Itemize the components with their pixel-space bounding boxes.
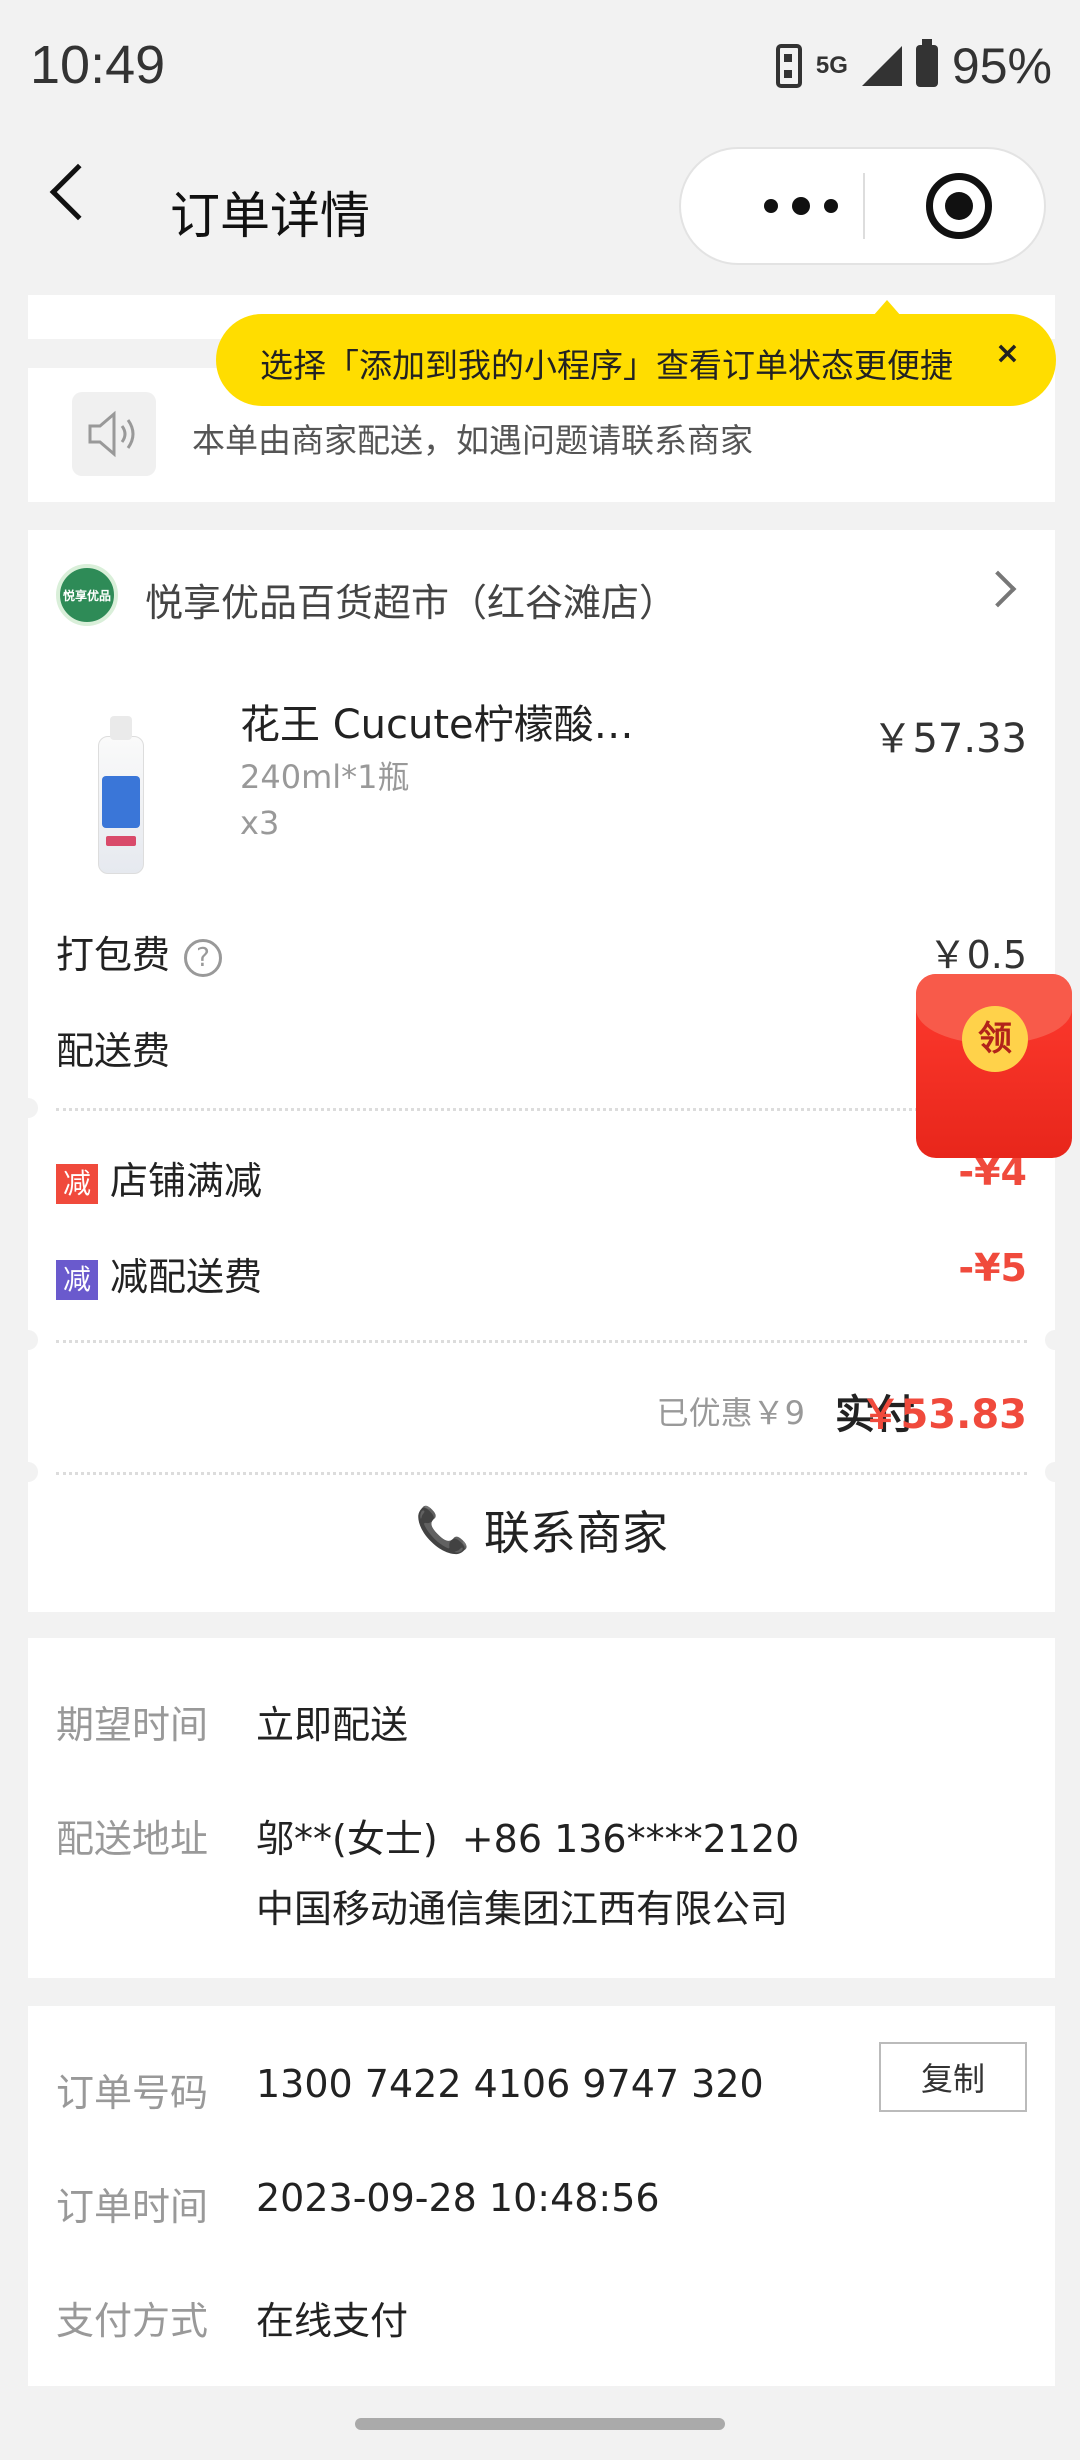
contact-merchant-label: 联系商家 [483, 1506, 668, 1560]
delivery-info-card: 期望时间 立即配送 配送地址 邬**(女士) +86 136****2120 中… [28, 1638, 1055, 1978]
phone-icon: 📞 [415, 1505, 470, 1556]
close-miniprogram-icon[interactable] [926, 173, 992, 239]
order-number-label: 订单号码 [56, 2071, 209, 2115]
discount-row-delivery: 减减配送费 [56, 1246, 262, 1301]
saved-amount: 已优惠￥9 [656, 1394, 805, 1432]
help-icon[interactable]: ? [184, 938, 223, 977]
packing-fee-label: 打包费? [56, 924, 223, 979]
status-bar: 10:49 5G 95% [0, 0, 1080, 135]
delivery-fee-label: 配送费 [56, 1029, 171, 1073]
sim-icon [775, 44, 802, 88]
order-card: 悦享优品 悦享优品百货超市（红谷滩店） 花王 Cucute柠檬酸… 240ml*… [18, 530, 1065, 1612]
contact-merchant-button[interactable]: 📞 联系商家 [28, 1480, 1055, 1580]
address-contact: 邬**(女士) +86 136****2120 [256, 1817, 800, 1861]
shop-logo: 悦享优品 [56, 564, 118, 626]
tooltip-text: 选择「添加到我的小程序」查看订单状态更便捷 [260, 346, 953, 385]
product-name: 花王 Cucute柠檬酸… [240, 702, 634, 748]
divider [56, 1108, 1027, 1111]
order-time-label: 订单时间 [56, 2185, 209, 2229]
packing-fee-value: ￥0.5 [928, 933, 1027, 977]
capsule-divider [863, 173, 865, 239]
product-spec: 240ml*1瓶 [240, 758, 410, 796]
battery-icon [915, 39, 938, 87]
battery-percent: 95% [951, 38, 1052, 94]
discount-badge: 减 [56, 1163, 98, 1204]
red-packet-label: 领 [962, 1006, 1028, 1072]
status-icons: 5G 95% [775, 36, 1052, 96]
product-price: ￥57.33 [872, 716, 1027, 762]
red-packet-button[interactable]: 领 [916, 974, 1072, 1158]
signal-icon [861, 46, 902, 86]
speaker-icon [72, 392, 156, 476]
home-indicator[interactable] [355, 2418, 725, 2430]
payment-method-value: 在线支付 [256, 2299, 409, 2343]
divider [56, 1472, 1027, 1475]
network-label: 5G [815, 52, 848, 79]
product-quantity: x3 [240, 804, 280, 842]
divider [56, 1340, 1027, 1343]
notice-text: 本单由商家配送，如遇问题请联系商家 [192, 421, 753, 460]
notch [18, 1098, 38, 1118]
notch [18, 1330, 38, 1350]
chevron-right-icon[interactable] [979, 570, 1017, 608]
notch [1045, 1462, 1065, 1482]
expected-time-value: 立即配送 [256, 1703, 409, 1747]
order-info-card: 订单号码 1300 7422 4106 9747 320 复制 订单时间 202… [28, 2006, 1055, 2386]
discount-value-delivery: -¥5 [958, 1246, 1027, 1290]
mini-program-capsule [679, 147, 1046, 265]
notch [1045, 1330, 1065, 1350]
shop-name[interactable]: 悦享优品百货超市（红谷滩店） [145, 572, 677, 627]
discount-row-shop: 减店铺满减 [56, 1150, 262, 1205]
payment-method-label: 支付方式 [56, 2299, 209, 2343]
order-time-value: 2023-09-28 10:48:56 [256, 2176, 660, 2220]
back-arrow-icon[interactable] [49, 163, 107, 221]
tooltip-close-icon[interactable]: × [995, 336, 1020, 371]
more-icon[interactable] [741, 149, 861, 263]
product-image [92, 716, 150, 876]
address-label: 配送地址 [56, 1817, 209, 1861]
notch [18, 1462, 38, 1482]
address-line: 中国移动通信集团江西有限公司 [256, 1887, 789, 1931]
paid-value: ￥53.83 [860, 1392, 1027, 1438]
status-time: 10:49 [30, 35, 166, 95]
order-number-value: 1300 7422 4106 9747 320 [256, 2062, 764, 2106]
copy-button[interactable]: 复制 [879, 2042, 1027, 2112]
expected-time-label: 期望时间 [56, 1703, 209, 1747]
add-to-my-miniprogram-tooltip[interactable]: 选择「添加到我的小程序」查看订单状态更便捷 × [216, 300, 1056, 406]
discount-badge: 减 [56, 1259, 98, 1300]
page-title: 订单详情 [170, 187, 370, 245]
